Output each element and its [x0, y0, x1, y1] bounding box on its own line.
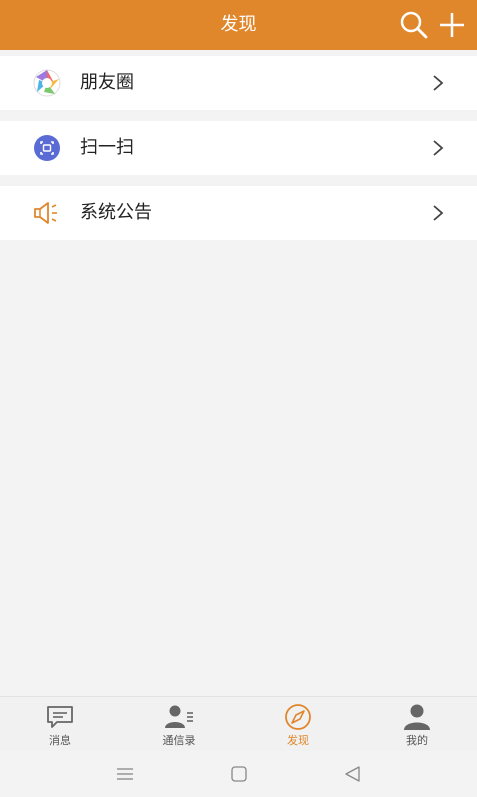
menu-item-announcement[interactable]: 系统公告	[0, 186, 477, 240]
tab-me[interactable]: 我的	[357, 697, 477, 751]
moments-aperture-icon	[31, 68, 63, 98]
plus-icon[interactable]	[436, 9, 468, 41]
home-icon[interactable]	[228, 765, 250, 783]
tab-discover[interactable]: 发现	[238, 697, 358, 751]
system-nav-bar	[0, 751, 477, 797]
person-icon	[401, 703, 433, 731]
menu-item-label: 系统公告	[80, 202, 152, 223]
tab-label: 发现	[287, 734, 309, 747]
app-header: 发现	[0, 0, 477, 50]
menu-item-label: 扫一扫	[80, 137, 134, 158]
chevron-right-icon	[429, 138, 447, 158]
chevron-right-icon	[429, 73, 447, 93]
menu-item-scan[interactable]: 扫一扫	[0, 121, 477, 175]
search-icon[interactable]	[398, 9, 430, 41]
tab-messages[interactable]: 消息	[0, 697, 120, 751]
tab-label: 消息	[49, 734, 71, 747]
menu-item-label: 朋友圈	[80, 72, 134, 93]
message-icon	[44, 703, 76, 731]
chevron-right-icon	[429, 203, 447, 223]
tab-contacts[interactable]: 通信录	[119, 697, 239, 751]
back-icon[interactable]	[342, 765, 364, 783]
speaker-icon	[31, 198, 63, 228]
scan-icon	[31, 133, 63, 163]
tab-label: 通信录	[162, 734, 196, 747]
contacts-icon	[163, 703, 195, 731]
tab-label: 我的	[406, 734, 428, 747]
compass-icon	[282, 703, 314, 731]
bottom-tab-bar: 消息 通信录 发现 我的	[0, 696, 477, 751]
menu-icon[interactable]	[114, 765, 136, 783]
menu-item-moments[interactable]: 朋友圈	[0, 56, 477, 110]
